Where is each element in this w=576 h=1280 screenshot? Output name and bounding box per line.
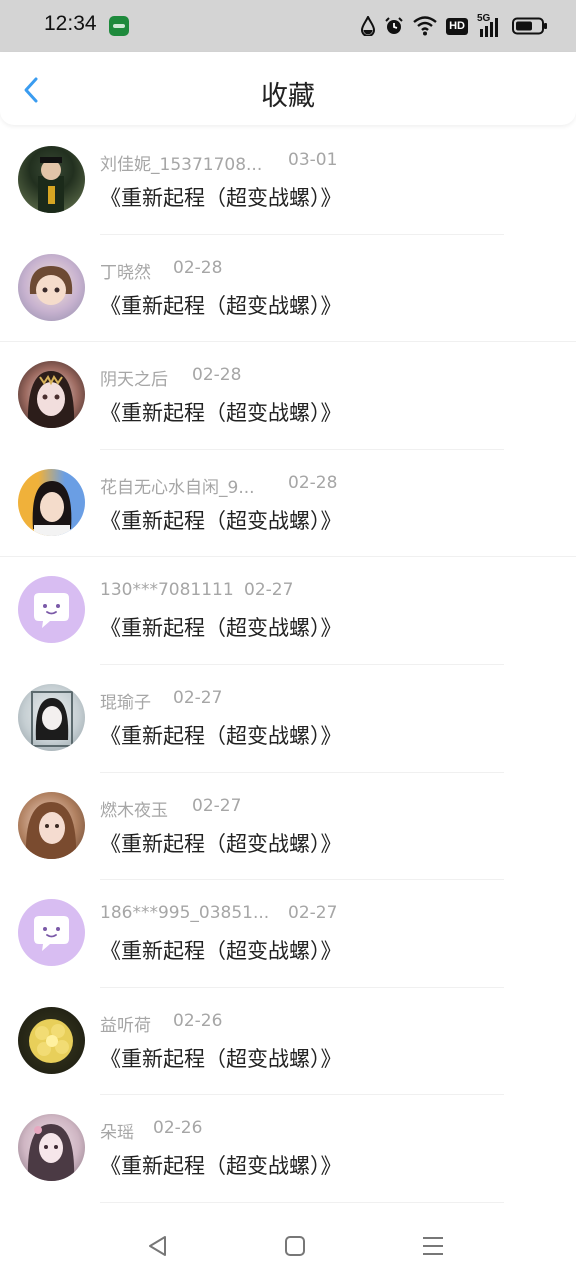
item-title: 《重新起程（超变战螺）》 (100, 508, 342, 533)
app-badge-icon (109, 16, 129, 36)
back-triangle-icon (149, 1236, 166, 1256)
data-drop-icon (361, 16, 376, 36)
default-avatar-icon (34, 593, 69, 629)
favorites-list: 刘佳妮_15371708... 03-01 《重新起程（超变战螺）》 丁晓然 0… (0, 127, 576, 1203)
system-nav-bar (0, 1210, 576, 1280)
item-date: 02-28 (192, 365, 242, 386)
item-title: 《重新起程（超变战螺）》 (100, 723, 342, 748)
avatar (18, 468, 85, 536)
item-title: 《重新起程（超变战螺）》 (100, 401, 342, 426)
avatar (18, 1006, 85, 1074)
home-square-icon (285, 1236, 305, 1256)
status-icons: HD 5G (361, 13, 548, 39)
user-name: 丁晓然 (100, 262, 151, 283)
status-bar: 12:34 HD 5G (0, 0, 576, 52)
list-item[interactable]: 刘佳妮_15371708... 03-01 《重新起程（超变战螺）》 (0, 127, 576, 235)
user-name: 燃木夜玉 (100, 800, 168, 821)
page-title: 收藏 (261, 81, 315, 112)
battery-icon (512, 17, 547, 35)
avatar (18, 899, 85, 967)
item-date: 02-26 (173, 1010, 223, 1031)
item-title: 《重新起程（超变战螺）》 (100, 1154, 342, 1179)
item-title: 《重新起程（超变战螺）》 (100, 186, 342, 210)
hd-icon: HD (446, 17, 468, 35)
list-item[interactable]: 朵瑶 02-26 《重新起程（超变战螺）》 (0, 1095, 576, 1203)
avatar (18, 683, 85, 751)
avatar (18, 1114, 85, 1182)
item-date: 02-27 (288, 903, 338, 924)
item-date: 02-28 (288, 472, 338, 493)
item-title: 《重新起程（超变战螺）》 (100, 616, 342, 641)
list-item[interactable]: 琨瑜子 02-27 《重新起程（超变战螺）》 (0, 665, 576, 773)
avatar (18, 791, 85, 859)
item-title: 《重新起程（超变战螺）》 (100, 293, 342, 318)
wifi-icon (413, 16, 437, 36)
nav-back-button[interactable] (144, 1232, 172, 1260)
user-name: 朵瑶 (100, 1123, 134, 1144)
avatar (18, 361, 85, 429)
menu-lines-icon (423, 1237, 443, 1255)
item-title: 《重新起程（超变战螺）》 (100, 831, 342, 856)
list-item[interactable]: 花自无心水自闲_9... 02-28 《重新起程（超变战螺）》 (0, 450, 576, 558)
item-date: 02-27 (192, 795, 242, 816)
item-date: 02-27 (173, 687, 223, 708)
list-item[interactable]: 阴天之后 02-28 《重新起程（超变战螺）》 (0, 342, 576, 450)
status-time: 12:34 (44, 12, 97, 35)
list-item[interactable]: 186***995_03851... 02-27 《重新起程（超变战螺）》 (0, 880, 576, 988)
header-bar: 收藏 (0, 52, 576, 125)
user-name: 花自无心水自闲_9... (100, 477, 255, 498)
item-date: 03-01 (288, 150, 338, 170)
user-name: 琨瑜子 (100, 692, 151, 713)
user-name: 益听荷 (100, 1015, 151, 1036)
list-item[interactable]: 丁晓然 02-28 《重新起程（超变战螺）》 (0, 235, 576, 343)
alarm-icon (385, 17, 403, 34)
avatar (18, 576, 85, 644)
user-name: 刘佳妮_15371708... (100, 155, 263, 175)
item-title: 《重新起程（超变战螺）》 (100, 1046, 342, 1071)
item-date: 02-27 (244, 580, 294, 601)
user-name: 186***995_03851... (100, 903, 270, 924)
user-name: 130***7081111 (100, 580, 234, 601)
list-item[interactable]: 益听荷 02-26 《重新起程（超变战螺）》 (0, 988, 576, 1096)
item-title: 《重新起程（超变战螺）》 (100, 939, 342, 964)
list-item[interactable]: 130***7081111 02-27 《重新起程（超变战螺）》 (0, 557, 576, 665)
item-date: 02-26 (153, 1118, 203, 1139)
nav-menu-button[interactable] (419, 1232, 447, 1260)
user-name: 阴天之后 (100, 370, 168, 391)
divider (100, 1201, 504, 1203)
list-item[interactable]: 燃木夜玉 02-27 《重新起程（超变战螺）》 (0, 773, 576, 881)
avatar (18, 146, 85, 213)
item-date: 02-28 (173, 257, 223, 278)
5g-signal-icon: 5G (477, 13, 503, 37)
avatar (18, 253, 85, 321)
nav-home-button[interactable] (281, 1232, 309, 1260)
default-avatar-icon (34, 916, 69, 952)
